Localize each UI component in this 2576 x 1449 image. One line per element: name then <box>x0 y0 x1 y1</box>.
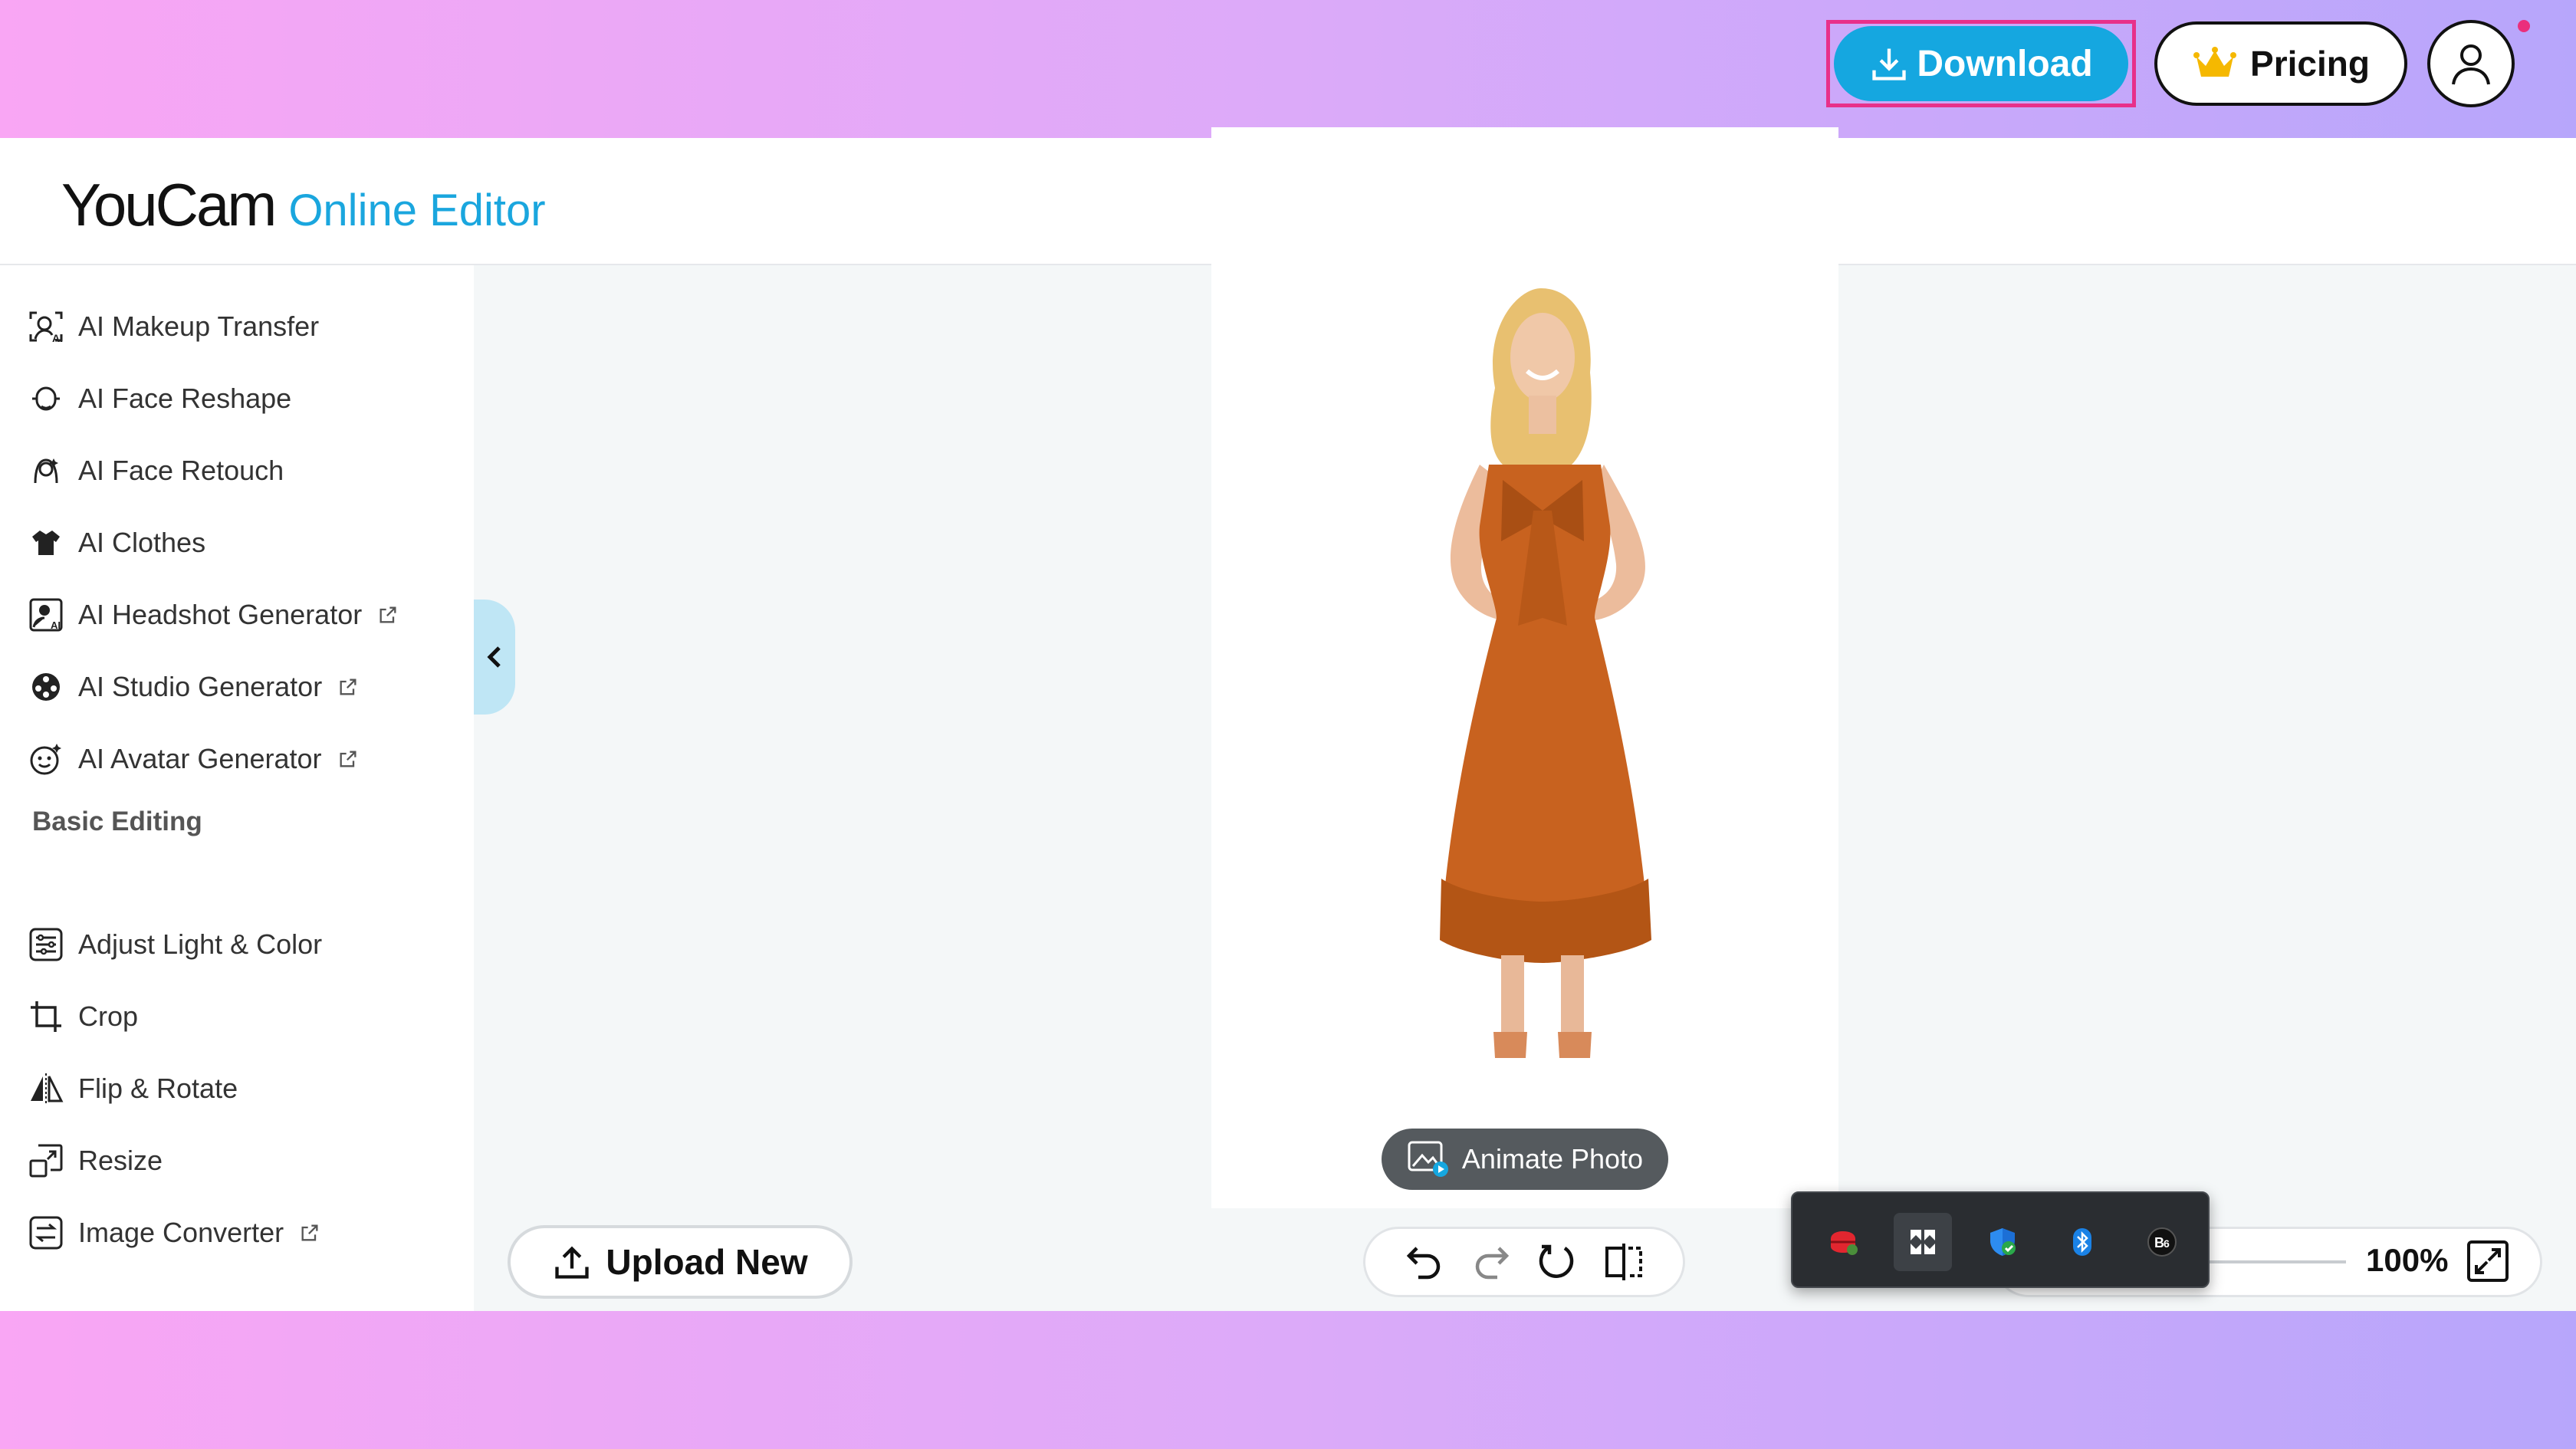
sidebar-item-label: Crop <box>78 1001 139 1032</box>
sidebar-item-label: AI Face Reshape <box>78 383 292 414</box>
external-link-icon <box>380 606 396 623</box>
sidebar-collapse-button[interactable] <box>474 600 515 715</box>
logo[interactable]: YouCam Online Editor <box>61 170 546 238</box>
zoom-slider[interactable] <box>2208 1260 2346 1263</box>
logo-subtitle: Online Editor <box>288 186 546 235</box>
animate-photo-icon <box>1408 1141 1448 1177</box>
chevron-left-icon <box>487 646 501 668</box>
avatar-generator-icon <box>26 739 66 779</box>
sidebar-item-label: AI Headshot Generator <box>78 599 363 630</box>
sidebar-item-label: AI Face Retouch <box>78 455 284 486</box>
tray-item-security[interactable] <box>1973 1213 2032 1271</box>
animate-photo-label: Animate Photo <box>1461 1143 1644 1175</box>
svg-text:AI: AI <box>52 332 63 344</box>
sidebar-item-label: Resize <box>78 1145 163 1176</box>
sidebar-item-label: AI Avatar Generator <box>78 743 322 774</box>
expand-icon <box>2467 1240 2509 1282</box>
upload-new-button[interactable]: Upload New <box>508 1225 853 1299</box>
animate-photo-button[interactable]: Animate Photo <box>1382 1129 1668 1190</box>
sidebar: AI AI Makeup Transfer AI Face Reshape AI… <box>0 265 474 1311</box>
beats-icon: B6 <box>2147 1227 2177 1257</box>
sidebar-item-label: AI Clothes <box>78 527 206 558</box>
download-label: Download <box>1917 43 2093 84</box>
resize-icon <box>26 1141 66 1181</box>
svg-text:AI: AI <box>51 619 61 631</box>
pricing-label: Pricing <box>2250 44 2370 84</box>
photo-canvas[interactable] <box>1211 127 1838 1208</box>
external-link-icon <box>340 751 356 767</box>
user-avatar-button[interactable] <box>2427 20 2515 107</box>
undo-icon <box>1407 1247 1441 1280</box>
image-converter-icon <box>26 1213 66 1253</box>
reset-icon <box>1539 1244 1574 1278</box>
sidebar-item-image-converter[interactable]: Image Converter <box>26 1208 320 1257</box>
studio-icon <box>26 667 66 707</box>
fit-screen-button[interactable] <box>2464 1237 2512 1285</box>
edit-history-toolbar <box>1363 1227 1685 1297</box>
sidebar-item-label: AI Makeup Transfer <box>78 310 320 342</box>
sidebar-item-ai-face-retouch[interactable]: AI Face Retouch <box>26 446 284 495</box>
tray-item-snap-app[interactable] <box>1894 1213 1952 1271</box>
section-title-basic-editing: Basic Editing <box>32 807 202 836</box>
red-app-icon <box>1831 1231 1858 1255</box>
system-tray-popup: B6 <box>1791 1191 2210 1288</box>
adjust-icon <box>26 925 66 964</box>
external-link-icon <box>340 678 356 695</box>
user-icon <box>2452 44 2490 85</box>
face-reshape-icon <box>26 379 66 419</box>
compare-icon <box>1605 1244 1642 1280</box>
flip-rotate-icon <box>26 1069 66 1109</box>
snap-app-icon <box>1911 1230 1935 1254</box>
security-shield-icon <box>1990 1228 2016 1256</box>
sidebar-item-ai-face-reshape[interactable]: AI Face Reshape <box>26 374 291 423</box>
sidebar-item-ai-studio-generator[interactable]: AI Studio Generator <box>26 662 359 711</box>
sidebar-item-label: Image Converter <box>78 1217 284 1248</box>
notification-dot <box>2518 20 2530 32</box>
undo-button[interactable] <box>1402 1240 1447 1284</box>
upload-new-label: Upload New <box>606 1242 808 1282</box>
external-link-icon <box>301 1224 318 1241</box>
upload-icon <box>555 1246 590 1279</box>
sidebar-item-label: Adjust Light & Color <box>78 928 323 960</box>
sidebar-item-label: Flip & Rotate <box>78 1073 238 1104</box>
headshot-icon: AI <box>26 595 66 635</box>
tray-item-red-app[interactable] <box>1814 1213 1872 1271</box>
sidebar-item-ai-clothes[interactable]: AI Clothes <box>26 518 205 567</box>
sidebar-item-ai-headshot-generator[interactable]: AI AI Headshot Generator <box>26 590 399 639</box>
sidebar-item-flip-rotate[interactable]: Flip & Rotate <box>26 1064 238 1113</box>
redo-icon <box>1475 1247 1509 1280</box>
tray-item-beats[interactable]: B6 <box>2133 1213 2191 1271</box>
download-icon <box>1872 48 1907 80</box>
reset-button[interactable] <box>1535 1240 1579 1284</box>
redo-button[interactable] <box>1469 1240 1513 1284</box>
woman-in-orange-dress-photo <box>1440 288 1651 1058</box>
sidebar-item-ai-makeup-transfer[interactable]: AI AI Makeup Transfer <box>26 302 319 351</box>
makeup-transfer-icon: AI <box>26 307 66 347</box>
clothes-icon <box>26 523 66 563</box>
sidebar-item-ai-avatar-generator[interactable]: AI Avatar Generator <box>26 734 359 784</box>
crop-icon <box>26 997 66 1037</box>
crown-icon <box>2193 47 2237 77</box>
compare-button[interactable] <box>1602 1240 1646 1284</box>
face-retouch-icon <box>26 451 66 491</box>
pricing-button[interactable]: Pricing <box>2154 21 2407 106</box>
tray-item-bluetooth[interactable] <box>2053 1213 2111 1271</box>
sidebar-item-crop[interactable]: Crop <box>26 992 138 1041</box>
download-button[interactable]: Download <box>1834 26 2128 101</box>
sidebar-item-label: AI Studio Generator <box>78 671 323 702</box>
bluetooth-icon <box>2073 1228 2091 1256</box>
logo-brand: YouCam <box>61 171 277 238</box>
sidebar-item-resize[interactable]: Resize <box>26 1136 163 1185</box>
zoom-value: 100% <box>2366 1242 2449 1278</box>
svg-text:6: 6 <box>2164 1237 2170 1250</box>
sidebar-item-adjust-light-color[interactable]: Adjust Light & Color <box>26 920 322 969</box>
